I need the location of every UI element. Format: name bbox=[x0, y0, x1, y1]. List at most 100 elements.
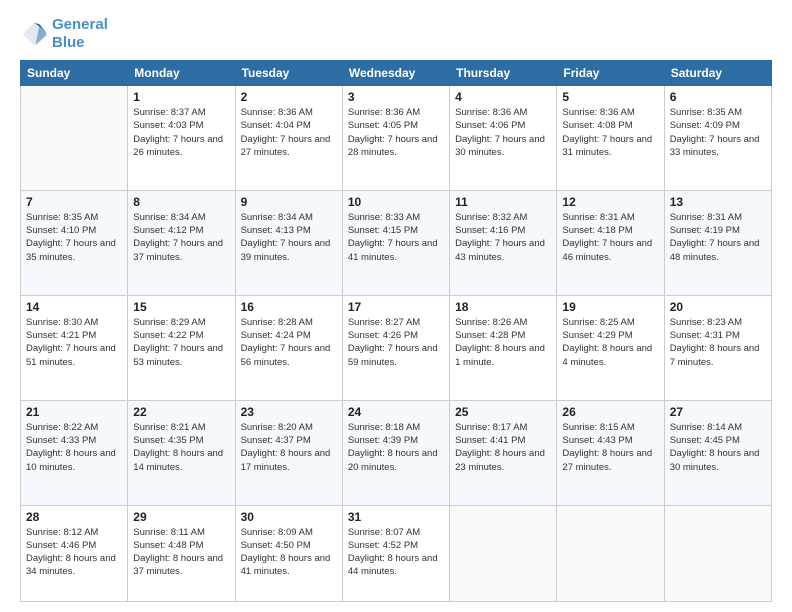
day-number: 18 bbox=[455, 300, 551, 314]
day-number: 21 bbox=[26, 405, 122, 419]
logo: General Blue bbox=[20, 16, 108, 52]
calendar-cell: 15 Sunrise: 8:29 AMSunset: 4:22 PMDayligh… bbox=[128, 295, 235, 400]
day-number: 27 bbox=[670, 405, 766, 419]
day-info: Sunrise: 8:30 AMSunset: 4:21 PMDaylight:… bbox=[26, 316, 122, 369]
calendar-cell: 1 Sunrise: 8:37 AMSunset: 4:03 PMDaylight… bbox=[128, 86, 235, 191]
day-header-sunday: Sunday bbox=[21, 61, 128, 86]
day-number: 26 bbox=[562, 405, 658, 419]
calendar-cell: 31Sunrise: 8:07 AMSunset: 4:52 PMDayligh… bbox=[342, 505, 449, 602]
day-header-monday: Monday bbox=[128, 61, 235, 86]
day-number: 5 bbox=[562, 90, 658, 104]
day-number: 1 bbox=[133, 90, 229, 104]
calendar-cell: 4 Sunrise: 8:36 AMSunset: 4:06 PMDaylight… bbox=[450, 86, 557, 191]
calendar-cell: 22 Sunrise: 8:21 AMSunset: 4:35 PMDayligh… bbox=[128, 400, 235, 505]
day-info: Sunrise: 8:21 AMSunset: 4:35 PMDaylight:… bbox=[133, 421, 229, 474]
calendar-cell: 20 Sunrise: 8:23 AMSunset: 4:31 PMDayligh… bbox=[664, 295, 771, 400]
day-header-thursday: Thursday bbox=[450, 61, 557, 86]
day-number: 28 bbox=[26, 510, 122, 524]
day-info: Sunrise: 8:35 AMSunset: 4:10 PMDaylight:… bbox=[26, 211, 122, 264]
day-info: Sunrise: 8:31 AMSunset: 4:19 PMDaylight:… bbox=[670, 211, 766, 264]
day-number: 17 bbox=[348, 300, 444, 314]
day-info: Sunrise: 8:35 AMSunset: 4:09 PMDaylight:… bbox=[670, 106, 766, 159]
day-header-wednesday: Wednesday bbox=[342, 61, 449, 86]
day-number: 6 bbox=[670, 90, 766, 104]
day-info: Sunrise: 8:11 AMSunset: 4:48 PMDaylight:… bbox=[133, 526, 229, 579]
day-number: 14 bbox=[26, 300, 122, 314]
day-info: Sunrise: 8:14 AMSunset: 4:45 PMDaylight:… bbox=[670, 421, 766, 474]
day-info: Sunrise: 8:17 AMSunset: 4:41 PMDaylight:… bbox=[455, 421, 551, 474]
calendar-cell: 12 Sunrise: 8:31 AMSunset: 4:18 PMDayligh… bbox=[557, 190, 664, 295]
calendar-week-4: 21 Sunrise: 8:22 AMSunset: 4:33 PMDayligh… bbox=[21, 400, 772, 505]
day-info: Sunrise: 8:25 AMSunset: 4:29 PMDaylight:… bbox=[562, 316, 658, 369]
day-info: Sunrise: 8:09 AMSunset: 4:50 PMDaylight:… bbox=[241, 526, 337, 579]
calendar-cell: 16Sunrise: 8:28 AMSunset: 4:24 PMDayligh… bbox=[235, 295, 342, 400]
day-number: 12 bbox=[562, 195, 658, 209]
day-info: Sunrise: 8:20 AMSunset: 4:37 PMDaylight:… bbox=[241, 421, 337, 474]
header: General Blue bbox=[20, 16, 772, 52]
calendar-cell: 2 Sunrise: 8:36 AMSunset: 4:04 PMDaylight… bbox=[235, 86, 342, 191]
calendar-cell: 5 Sunrise: 8:36 AMSunset: 4:08 PMDaylight… bbox=[557, 86, 664, 191]
day-number: 8 bbox=[133, 195, 229, 209]
calendar-cell: 8 Sunrise: 8:34 AMSunset: 4:12 PMDaylight… bbox=[128, 190, 235, 295]
day-number: 3 bbox=[348, 90, 444, 104]
day-number: 9 bbox=[241, 195, 337, 209]
day-info: Sunrise: 8:36 AMSunset: 4:04 PMDaylight:… bbox=[241, 106, 337, 159]
calendar-cell: 27 Sunrise: 8:14 AMSunset: 4:45 PMDayligh… bbox=[664, 400, 771, 505]
day-info: Sunrise: 8:27 AMSunset: 4:26 PMDaylight:… bbox=[348, 316, 444, 369]
day-info: Sunrise: 8:31 AMSunset: 4:18 PMDaylight:… bbox=[562, 211, 658, 264]
day-info: Sunrise: 8:33 AMSunset: 4:15 PMDaylight:… bbox=[348, 211, 444, 264]
day-number: 15 bbox=[133, 300, 229, 314]
logo-icon bbox=[20, 20, 48, 48]
day-number: 13 bbox=[670, 195, 766, 209]
day-number: 4 bbox=[455, 90, 551, 104]
calendar-cell: 9 Sunrise: 8:34 AMSunset: 4:13 PMDaylight… bbox=[235, 190, 342, 295]
logo-brand: General Blue bbox=[52, 16, 108, 52]
calendar-cell: 6 Sunrise: 8:35 AMSunset: 4:09 PMDaylight… bbox=[664, 86, 771, 191]
day-info: Sunrise: 8:34 AMSunset: 4:13 PMDaylight:… bbox=[241, 211, 337, 264]
day-number: 25 bbox=[455, 405, 551, 419]
calendar-cell: 14 Sunrise: 8:30 AMSunset: 4:21 PMDayligh… bbox=[21, 295, 128, 400]
calendar-cell bbox=[664, 505, 771, 602]
calendar-cell: 11Sunrise: 8:32 AMSunset: 4:16 PMDayligh… bbox=[450, 190, 557, 295]
calendar-week-5: 28 Sunrise: 8:12 AMSunset: 4:46 PMDayligh… bbox=[21, 505, 772, 602]
day-number: 23 bbox=[241, 405, 337, 419]
day-header-tuesday: Tuesday bbox=[235, 61, 342, 86]
day-info: Sunrise: 8:34 AMSunset: 4:12 PMDaylight:… bbox=[133, 211, 229, 264]
day-info: Sunrise: 8:12 AMSunset: 4:46 PMDaylight:… bbox=[26, 526, 122, 579]
calendar-cell bbox=[21, 86, 128, 191]
calendar-table: SundayMondayTuesdayWednesdayThursdayFrid… bbox=[20, 60, 772, 602]
day-info: Sunrise: 8:37 AMSunset: 4:03 PMDaylight:… bbox=[133, 106, 229, 159]
day-info: Sunrise: 8:29 AMSunset: 4:22 PMDaylight:… bbox=[133, 316, 229, 369]
day-number: 22 bbox=[133, 405, 229, 419]
day-number: 10 bbox=[348, 195, 444, 209]
day-header-saturday: Saturday bbox=[664, 61, 771, 86]
calendar-week-2: 7Sunrise: 8:35 AMSunset: 4:10 PMDaylight… bbox=[21, 190, 772, 295]
day-info: Sunrise: 8:18 AMSunset: 4:39 PMDaylight:… bbox=[348, 421, 444, 474]
calendar-cell: 7Sunrise: 8:35 AMSunset: 4:10 PMDaylight… bbox=[21, 190, 128, 295]
day-header-friday: Friday bbox=[557, 61, 664, 86]
day-info: Sunrise: 8:22 AMSunset: 4:33 PMDaylight:… bbox=[26, 421, 122, 474]
calendar-cell: 28 Sunrise: 8:12 AMSunset: 4:46 PMDayligh… bbox=[21, 505, 128, 602]
day-number: 2 bbox=[241, 90, 337, 104]
calendar-cell: 29Sunrise: 8:11 AMSunset: 4:48 PMDayligh… bbox=[128, 505, 235, 602]
calendar-cell: 23 Sunrise: 8:20 AMSunset: 4:37 PMDayligh… bbox=[235, 400, 342, 505]
calendar-week-3: 14 Sunrise: 8:30 AMSunset: 4:21 PMDayligh… bbox=[21, 295, 772, 400]
day-info: Sunrise: 8:23 AMSunset: 4:31 PMDaylight:… bbox=[670, 316, 766, 369]
calendar-cell: 10 Sunrise: 8:33 AMSunset: 4:15 PMDayligh… bbox=[342, 190, 449, 295]
day-number: 20 bbox=[670, 300, 766, 314]
day-info: Sunrise: 8:32 AMSunset: 4:16 PMDaylight:… bbox=[455, 211, 551, 264]
calendar-week-1: 1 Sunrise: 8:37 AMSunset: 4:03 PMDaylight… bbox=[21, 86, 772, 191]
day-info: Sunrise: 8:36 AMSunset: 4:06 PMDaylight:… bbox=[455, 106, 551, 159]
calendar-cell: 25 Sunrise: 8:17 AMSunset: 4:41 PMDayligh… bbox=[450, 400, 557, 505]
calendar-page: General Blue SundayMondayTuesdayWednesda… bbox=[0, 0, 792, 612]
calendar-cell: 26Sunrise: 8:15 AMSunset: 4:43 PMDayligh… bbox=[557, 400, 664, 505]
day-info: Sunrise: 8:07 AMSunset: 4:52 PMDaylight:… bbox=[348, 526, 444, 579]
calendar-cell: 18Sunrise: 8:26 AMSunset: 4:28 PMDayligh… bbox=[450, 295, 557, 400]
day-info: Sunrise: 8:36 AMSunset: 4:08 PMDaylight:… bbox=[562, 106, 658, 159]
day-number: 30 bbox=[241, 510, 337, 524]
calendar-cell: 19Sunrise: 8:25 AMSunset: 4:29 PMDayligh… bbox=[557, 295, 664, 400]
calendar-cell bbox=[450, 505, 557, 602]
day-info: Sunrise: 8:28 AMSunset: 4:24 PMDaylight:… bbox=[241, 316, 337, 369]
calendar-cell: 3Sunrise: 8:36 AMSunset: 4:05 PMDaylight… bbox=[342, 86, 449, 191]
calendar-cell bbox=[557, 505, 664, 602]
